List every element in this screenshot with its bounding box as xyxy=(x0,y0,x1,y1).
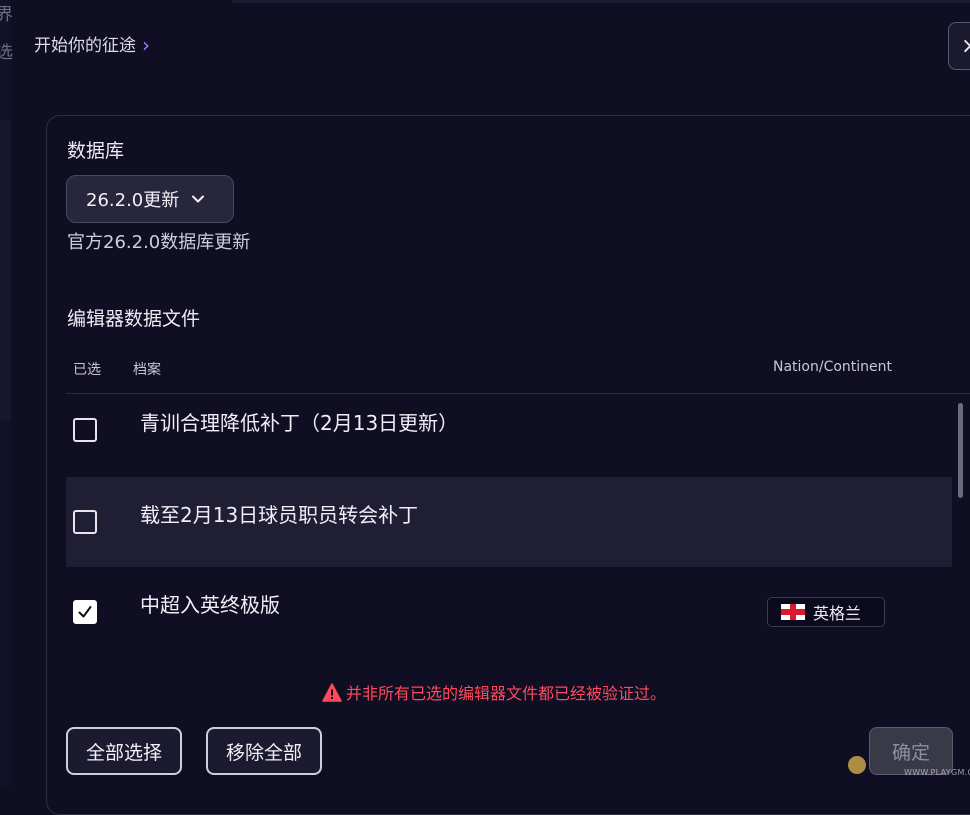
background-sidebar-text: 选 xyxy=(0,43,13,63)
remove-all-label: 移除全部 xyxy=(225,741,302,764)
table-row[interactable]: 中超入英终极版 英格兰 xyxy=(66,567,952,657)
column-header-nation: Nation/Continent xyxy=(773,359,893,375)
row-label: 载至2月13日球员职员转会补丁 xyxy=(140,503,419,527)
close-button[interactable]: × xyxy=(948,22,970,70)
scrollbar[interactable] xyxy=(958,403,963,498)
row-checkbox[interactable] xyxy=(73,418,97,442)
chevron-down-icon xyxy=(192,195,205,203)
background-divider xyxy=(232,0,970,3)
database-description: 官方26.2.0数据库更新 xyxy=(67,232,251,253)
watermark-text: WWW.PLAYGM.CC xyxy=(904,768,970,777)
warning-icon xyxy=(322,682,342,702)
table-row[interactable]: 载至2月13日球员职员转会补丁 xyxy=(66,477,952,567)
england-flag-icon xyxy=(781,604,805,620)
database-section-title: 数据库 xyxy=(67,140,125,162)
row-checkbox[interactable] xyxy=(73,600,97,624)
breadcrumb[interactable]: 开始你的征途 › xyxy=(34,31,150,57)
nation-badge: 英格兰 xyxy=(767,597,885,627)
database-select-value: 26.2.0更新 xyxy=(86,190,180,211)
breadcrumb-label: 开始你的征途 xyxy=(34,36,136,56)
watermark: WWW.PLAYGM.CC xyxy=(846,752,970,782)
row-label: 中超入英终极版 xyxy=(140,593,280,617)
background-sidebar: 界 选 xyxy=(0,0,13,787)
column-header-file: 档案 xyxy=(133,362,161,378)
validation-warning: 并非所有已选的编辑器文件都已经被验证过。 xyxy=(322,680,666,704)
select-all-label: 全部选择 xyxy=(85,741,162,764)
column-header-selected: 已选 xyxy=(73,362,101,378)
close-icon: × xyxy=(961,34,970,59)
background-sidebar-text: 界 xyxy=(0,5,13,25)
chevron-right-icon: › xyxy=(142,32,150,57)
editor-files-section-title: 编辑器数据文件 xyxy=(67,308,201,330)
remove-all-button[interactable]: 移除全部 xyxy=(206,727,322,775)
checkmark-icon xyxy=(78,606,92,618)
table-row[interactable]: 青训合理降低补丁（2月13日更新） xyxy=(66,385,952,475)
nation-label: 英格兰 xyxy=(813,604,862,623)
background-sidebar-highlight xyxy=(0,120,11,420)
watermark-logo-icon xyxy=(848,756,866,774)
warning-text: 并非所有已选的编辑器文件都已经被验证过。 xyxy=(346,684,667,703)
row-label: 青训合理降低补丁（2月13日更新） xyxy=(140,411,459,435)
database-select[interactable]: 26.2.0更新 xyxy=(66,175,234,223)
row-checkbox[interactable] xyxy=(73,510,97,534)
select-all-button[interactable]: 全部选择 xyxy=(66,727,182,775)
